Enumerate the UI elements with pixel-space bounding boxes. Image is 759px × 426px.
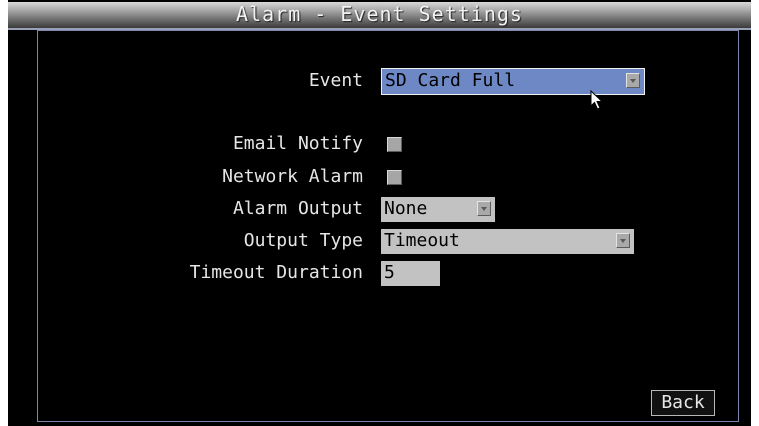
alarm-output-label: Alarm Output	[232, 198, 363, 219]
email-notify-checkbox[interactable]	[387, 137, 402, 152]
timeout-duration-label: Timeout Duration	[189, 262, 363, 283]
alarm-output-value: None	[384, 198, 428, 219]
alarm-output-select[interactable]: None	[381, 197, 495, 222]
osd-window: Alarm - Event Settings Event SD Card Ful…	[8, 0, 751, 426]
output-type-label: Output Type	[243, 230, 363, 251]
email-notify-label: Email Notify	[232, 133, 363, 154]
timeout-duration-input[interactable]: 5	[381, 261, 440, 286]
window-title: Alarm - Event Settings	[236, 2, 523, 26]
event-value: SD Card Full	[385, 70, 516, 91]
back-button[interactable]: Back	[651, 390, 715, 416]
title-bar: Alarm - Event Settings	[8, 2, 751, 30]
chevron-down-icon[interactable]	[626, 73, 640, 88]
network-alarm-checkbox[interactable]	[387, 170, 402, 185]
event-select[interactable]: SD Card Full	[381, 68, 645, 95]
chevron-down-icon[interactable]	[616, 233, 630, 248]
output-type-select[interactable]: Timeout	[381, 229, 634, 254]
chevron-down-icon[interactable]	[477, 201, 491, 216]
screen: Alarm - Event Settings Event SD Card Ful…	[0, 0, 759, 426]
event-label: Event	[308, 70, 363, 91]
mouse-pointer-icon	[590, 90, 604, 110]
network-alarm-label: Network Alarm	[222, 166, 363, 187]
output-type-value: Timeout	[384, 230, 460, 251]
